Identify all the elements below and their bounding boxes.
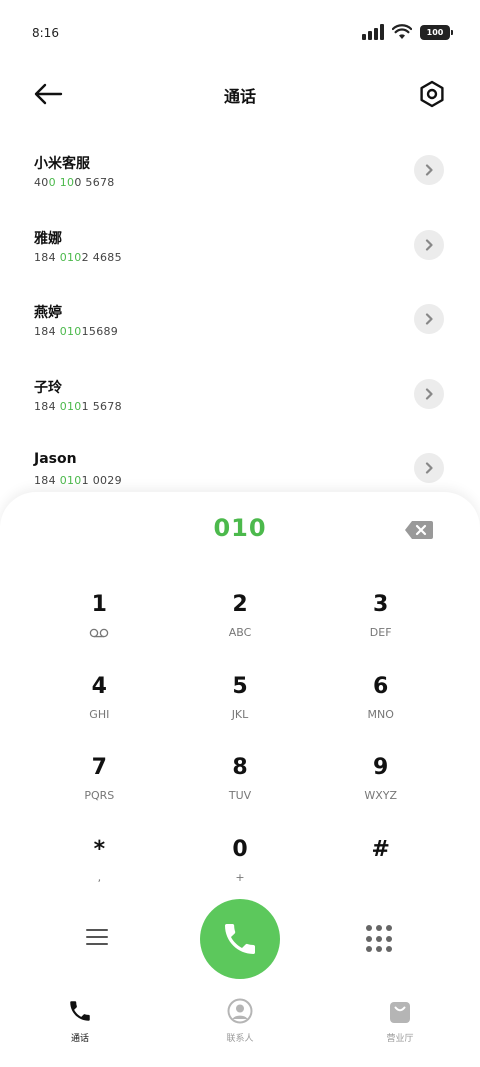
key-8[interactable]: 8 TUV xyxy=(170,743,311,825)
contact-detail-button[interactable] xyxy=(414,378,444,409)
bottom-tab-bar: 通话 联系人 营业厅 xyxy=(0,987,480,1067)
contact-name: 小米客服 xyxy=(34,156,90,172)
key-star[interactable]: *, xyxy=(29,825,170,907)
chevron-right-icon xyxy=(425,387,433,400)
phone-icon xyxy=(225,924,255,954)
menu-icon-line xyxy=(86,936,108,938)
contact-detail-button[interactable] xyxy=(414,453,444,483)
key-0[interactable]: 0 + xyxy=(170,825,311,907)
contact-detail-button[interactable] xyxy=(414,155,444,185)
page-title: 通话 xyxy=(223,87,256,106)
key-6[interactable]: 6 MNO xyxy=(310,662,451,744)
dialer-panel: 010 1 2 ABC 3 DEF 4 GHI 5 JKL 6 MNO 7 PQRS 8 TU… xyxy=(0,492,480,1067)
tab-calls[interactable]: 通话 xyxy=(0,987,160,1067)
tab-service-hall[interactable]: 营业厅 xyxy=(320,987,480,1067)
settings-button[interactable] xyxy=(416,78,448,110)
signal-icon xyxy=(362,24,384,40)
chevron-right-icon xyxy=(425,462,433,474)
delete-button[interactable] xyxy=(404,520,434,540)
keypad: 1 2 ABC 3 DEF 4 GHI 5 JKL 6 MNO 7 PQRS 8 TUV 9W… xyxy=(29,580,451,907)
contact-row[interactable]: 子玲 184 0101 5678 xyxy=(0,357,480,432)
status-time: 8:16 xyxy=(32,26,59,40)
tab-label: 营业厅 xyxy=(386,1034,414,1044)
key-hash[interactable]: # xyxy=(310,825,451,907)
store-bag-icon xyxy=(386,997,414,1025)
contact-row[interactable]: 燕婷 184 01015689 xyxy=(0,282,480,357)
contact-number: 400 100 5678 xyxy=(34,176,115,189)
contact-row[interactable]: 小米客服 400 100 5678 xyxy=(0,133,480,208)
battery-icon: 100 xyxy=(420,24,453,40)
wifi-icon xyxy=(392,24,412,39)
chevron-right-icon xyxy=(425,164,433,176)
tab-contacts[interactable]: 联系人 xyxy=(160,987,320,1067)
key-7[interactable]: 7 PQRS xyxy=(29,743,170,825)
key-2[interactable]: 2 ABC xyxy=(170,580,311,662)
key-3[interactable]: 3 DEF xyxy=(310,580,451,662)
header: 通话 xyxy=(0,70,480,118)
keypad-toggle-button[interactable] xyxy=(366,925,394,953)
contact-row[interactable]: 雅娜 184 0102 4685 xyxy=(0,208,480,283)
contact-number: 184 0101 5678 xyxy=(34,399,122,413)
tab-label: 联系人 xyxy=(226,1034,254,1044)
contact-number: 184 0102 4685 xyxy=(34,250,122,264)
contact-detail-button[interactable] xyxy=(414,304,444,334)
status-bar: 8:16 100 xyxy=(0,0,480,66)
dial-actions xyxy=(0,898,480,980)
backspace-icon xyxy=(405,521,433,539)
phone-icon xyxy=(66,997,94,1025)
key-9[interactable]: 9 WXYZ xyxy=(310,743,451,825)
menu-icon-line xyxy=(86,943,108,945)
contact-name: 燕婷 xyxy=(34,305,62,321)
contact-name: 子玲 xyxy=(34,379,62,396)
key-5[interactable]: 5 JKL xyxy=(170,662,311,744)
contact-name: 雅娜 xyxy=(34,230,62,247)
voicemail-icon xyxy=(90,628,109,638)
contacts-icon xyxy=(226,997,254,1025)
call-button[interactable] xyxy=(200,899,280,979)
contact-name: Jason xyxy=(34,451,77,467)
key-1[interactable]: 1 xyxy=(29,580,170,662)
tab-label: 通话 xyxy=(70,1034,89,1044)
status-icons: 100 xyxy=(362,24,453,40)
battery-level: 100 xyxy=(426,27,444,37)
menu-icon-line xyxy=(86,929,108,931)
contact-detail-button[interactable] xyxy=(414,229,444,260)
chevron-right-icon xyxy=(425,313,433,325)
key-4[interactable]: 4 GHI xyxy=(29,662,170,744)
contact-number: 184 01015689 xyxy=(34,325,119,338)
menu-button[interactable] xyxy=(86,923,114,951)
contact-list: 小米客服 400 100 5678 雅娜 184 0102 4685 燕婷 18… xyxy=(0,133,480,506)
chevron-right-icon xyxy=(425,238,433,251)
settings-hex-icon xyxy=(420,80,444,108)
contact-number: 184 0101 0029 xyxy=(34,474,122,487)
